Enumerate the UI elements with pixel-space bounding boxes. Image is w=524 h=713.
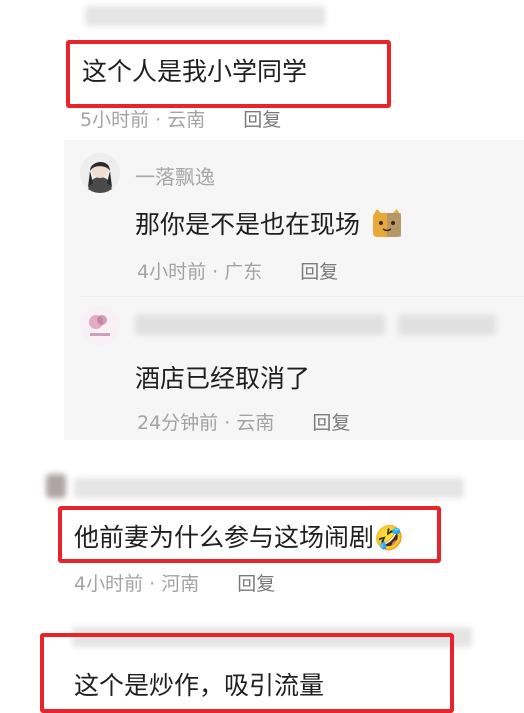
blurred-username <box>398 315 496 335</box>
blurred-username <box>74 478 464 498</box>
meta-separator: · <box>149 573 156 595</box>
reply-button[interactable]: 回复 <box>237 573 275 595</box>
reply-text: 那你是不是也在现场 <box>135 205 402 244</box>
avatar-logo-icon <box>80 306 120 346</box>
comment-meta: 5小时前 · 云南 回复 <box>80 105 281 132</box>
meta-separator: · <box>212 261 219 283</box>
meta-separator: · <box>224 412 231 434</box>
reply-text: 酒店已经取消了 <box>135 364 311 393</box>
blurred-username <box>135 315 385 335</box>
reply-region: 云南 <box>236 412 275 434</box>
reply-time: 24分钟前 <box>137 412 219 434</box>
avatar-portrait-icon <box>80 153 120 193</box>
comment-time: 4小时前 <box>74 573 144 595</box>
highlight-box <box>40 633 454 713</box>
highlight-box <box>58 506 441 563</box>
avatar[interactable] <box>80 306 120 346</box>
comment-meta: 4小时前 · 河南 回复 <box>74 569 275 596</box>
comment-region: 河南 <box>161 573 200 595</box>
reply-time: 4小时前 <box>137 261 207 283</box>
reply-divider <box>80 296 524 297</box>
comment-region: 云南 <box>167 109 206 131</box>
comment-time: 5小时前 <box>80 109 150 131</box>
reply-button[interactable]: 回复 <box>300 261 338 283</box>
reply-meta: 4小时前 · 广东 回复 <box>137 257 338 284</box>
reply-thread <box>64 140 524 440</box>
reply-region: 广东 <box>224 261 263 283</box>
blurred-avatar <box>46 474 66 498</box>
avatar[interactable] <box>80 153 120 193</box>
reply-meta: 24分钟前 · 云南 回复 <box>137 408 350 435</box>
reply-text-content: 那你是不是也在现场 <box>135 210 361 239</box>
meta-separator: · <box>155 109 162 131</box>
reply-button[interactable]: 回复 <box>312 412 350 434</box>
reply-button[interactable]: 回复 <box>243 109 281 131</box>
highlight-box <box>66 40 391 108</box>
blurred-username <box>85 6 325 26</box>
reply-username[interactable]: 一落飘逸 <box>135 161 215 190</box>
cat-emoji-icon <box>372 208 402 244</box>
